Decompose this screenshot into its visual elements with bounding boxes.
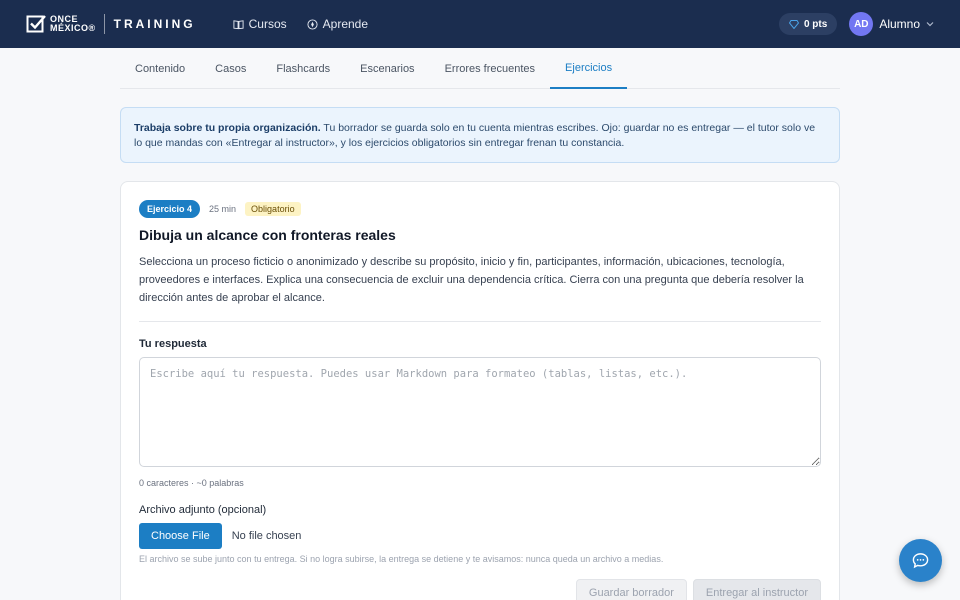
user-menu[interactable]: AD Alumno — [849, 12, 934, 36]
diamond-icon — [788, 19, 799, 29]
nav-aprende-label: Aprende — [322, 17, 369, 31]
tab-contenido[interactable]: Contenido — [120, 49, 200, 89]
exercise-card: Ejercicio 4 25 min Obligatorio Dibuja un… — [120, 181, 840, 600]
banner-bold: Trabaja sobre tu propia organización. — [134, 122, 321, 134]
nav-cursos-label: Cursos — [248, 17, 287, 31]
brand-title: TRAINING — [113, 17, 196, 31]
attachment-hint: El archivo se sube junto con tu entrega.… — [139, 554, 664, 564]
section-tabs: Contenido Casos Flashcards Escenarios Er… — [120, 49, 840, 89]
exercise-number-badge: Ejercicio 4 — [139, 200, 201, 218]
logo[interactable]: ONCE MÉXICO® — [26, 14, 96, 34]
submit-button[interactable]: Entregar al instructor — [692, 579, 821, 600]
tab-escenarios[interactable]: Escenarios — [345, 49, 429, 89]
file-status: No file chosen — [231, 530, 302, 542]
logo-text: ONCE MÉXICO® — [50, 15, 96, 33]
attachment-label: Archivo adjunto (opcional) — [139, 504, 267, 516]
exercise-meta: Ejercicio 4 25 min Obligatorio — [139, 200, 821, 218]
top-bar: ONCE MÉXICO® TRAINING Cursos Aprende 0 p… — [0, 0, 960, 48]
compass-icon — [307, 18, 318, 30]
user-name: Alumno — [879, 17, 920, 31]
required-badge: Obligatorio — [245, 202, 301, 216]
logo-line2: MÉXICO® — [50, 23, 96, 33]
avatar: AD — [849, 12, 874, 36]
file-input: Choose File No file chosen — [139, 523, 821, 549]
answer-textarea[interactable] — [139, 357, 821, 467]
answer-label: Tu respuesta — [139, 338, 207, 350]
checkbox-logo-icon — [26, 15, 46, 33]
tab-ejercicios[interactable]: Ejercicios — [550, 49, 628, 89]
save-draft-button[interactable]: Guardar borrador — [575, 579, 687, 600]
points-badge[interactable]: 0 pts — [778, 13, 838, 35]
book-icon — [233, 19, 244, 29]
tab-flashcards[interactable]: Flashcards — [261, 49, 345, 89]
main-nav: Cursos Aprende — [233, 17, 368, 31]
points-value: 0 pts — [803, 18, 828, 30]
chevron-down-icon — [926, 22, 934, 27]
tab-casos[interactable]: Casos — [200, 49, 261, 89]
exercise-duration: 25 min — [209, 204, 237, 214]
char-counter: 0 caracteres · ~0 palabras — [139, 478, 244, 488]
nav-aprende[interactable]: Aprende — [307, 17, 368, 31]
chat-button[interactable] — [899, 539, 942, 582]
choose-file-button[interactable]: Choose File — [139, 523, 222, 549]
info-banner: Trabaja sobre tu propia organización. Tu… — [120, 107, 840, 163]
nav-cursos[interactable]: Cursos — [233, 17, 287, 31]
exercise-title: Dibuja un alcance con fronteras reales — [139, 227, 396, 243]
logo-divider — [103, 14, 105, 34]
exercise-description: Selecciona un proceso ficticio o anonimi… — [139, 253, 821, 322]
tab-errores-frecuentes[interactable]: Errores frecuentes — [430, 49, 550, 89]
chat-icon — [912, 553, 929, 569]
card-actions: Guardar borrador Entregar al instructor — [575, 579, 821, 600]
